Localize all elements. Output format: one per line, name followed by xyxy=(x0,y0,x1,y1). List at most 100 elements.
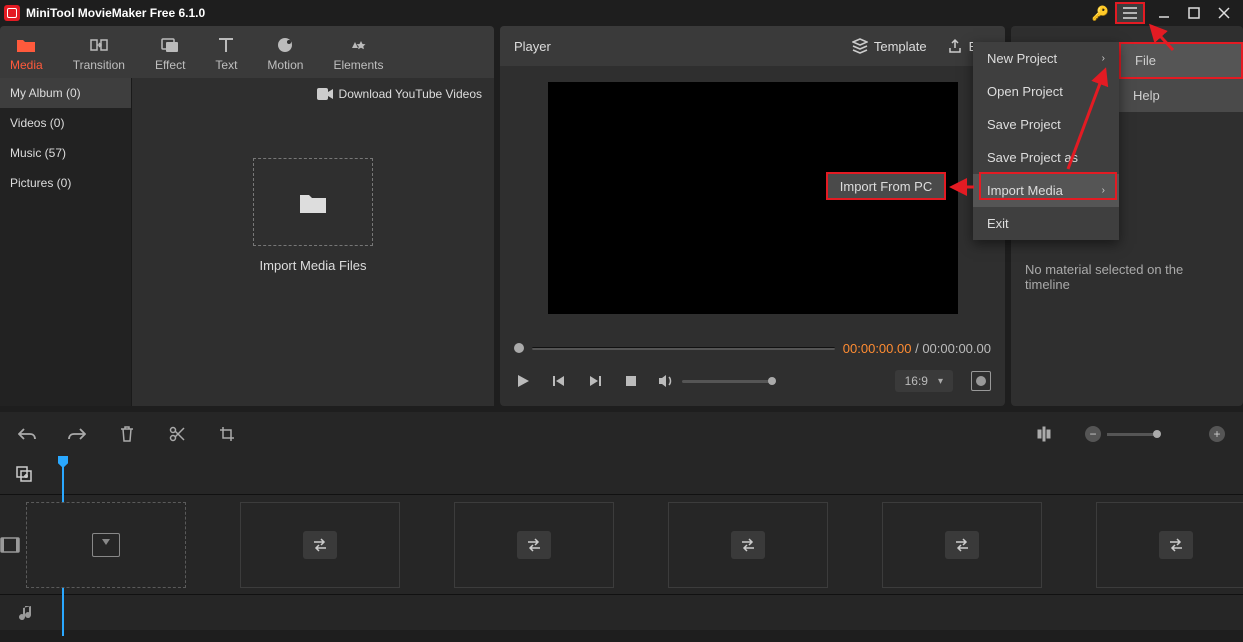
time-separator: / xyxy=(911,341,922,356)
menu-import-media[interactable]: Import Media› xyxy=(973,174,1119,207)
template-button[interactable]: Template xyxy=(852,38,927,54)
clip-slot[interactable] xyxy=(454,502,614,588)
album-item-myalbum[interactable]: My Album (0) xyxy=(0,78,131,108)
clip-slot[interactable] xyxy=(668,502,828,588)
clip-slot[interactable] xyxy=(882,502,1042,588)
tab-effect[interactable]: Effect xyxy=(155,34,185,72)
redo-button[interactable] xyxy=(68,425,86,443)
elements-icon xyxy=(347,34,369,56)
zoom-in-button[interactable]: + xyxy=(1209,426,1225,442)
fullscreen-button[interactable] xyxy=(971,371,991,391)
scrub-track[interactable] xyxy=(532,347,835,350)
scrub-bar[interactable]: 00:00:00.00 / 00:00:00.00 xyxy=(514,336,991,360)
minimize-button[interactable] xyxy=(1149,2,1179,24)
delete-button[interactable] xyxy=(118,425,136,443)
total-time: 00:00:00.00 xyxy=(922,341,991,356)
menu-label: Exit xyxy=(987,216,1009,231)
main-menu-button[interactable] xyxy=(1115,2,1145,24)
scrub-handle-icon[interactable] xyxy=(514,343,524,353)
audio-track[interactable] xyxy=(0,594,1243,630)
main-menu: New Project › Open Project Save Project S… xyxy=(973,42,1119,240)
video-track-icon xyxy=(0,537,20,553)
transition-placeholder-icon xyxy=(303,531,337,559)
crop-button[interactable] xyxy=(218,425,236,443)
aspect-ratio-label: 16:9 xyxy=(905,374,928,388)
zoom-out-button[interactable]: − xyxy=(1085,426,1101,442)
menu-label: Save Project as xyxy=(987,150,1078,165)
album-item-pictures[interactable]: Pictures (0) xyxy=(0,168,131,198)
media-area: Download YouTube Videos Import Media Fil… xyxy=(132,78,494,406)
timeline-toolbar: − + xyxy=(0,412,1243,456)
timecode: 00:00:00.00 / 00:00:00.00 xyxy=(843,341,991,356)
tab-media[interactable]: Media xyxy=(10,34,43,72)
add-track-button[interactable] xyxy=(16,466,34,484)
submenu-help[interactable]: Help xyxy=(1119,79,1243,112)
play-button[interactable] xyxy=(514,372,532,390)
undo-button[interactable] xyxy=(18,425,36,443)
chevron-right-icon: › xyxy=(1102,53,1105,64)
prev-frame-button[interactable] xyxy=(550,372,568,390)
next-frame-button[interactable] xyxy=(586,372,604,390)
top-tabstrip: Media Transition Effect Text Motion Elem… xyxy=(0,26,494,78)
import-dropzone[interactable] xyxy=(253,158,373,246)
submenu-file[interactable]: File xyxy=(1119,42,1243,79)
timeline-ruler[interactable] xyxy=(0,456,1243,494)
tab-label: Elements xyxy=(333,58,383,72)
transition-icon xyxy=(88,34,110,56)
tab-label: Motion xyxy=(267,58,303,72)
tab-motion[interactable]: Motion xyxy=(267,34,303,72)
menu-label: New Project xyxy=(987,51,1057,66)
menu-open-project[interactable]: Open Project xyxy=(973,75,1119,108)
tab-elements[interactable]: Elements xyxy=(333,34,383,72)
download-youtube-link[interactable]: Download YouTube Videos xyxy=(132,78,494,110)
clip-slot[interactable] xyxy=(1096,502,1243,588)
album-item-videos[interactable]: Videos (0) xyxy=(0,108,131,138)
album-item-music[interactable]: Music (57) xyxy=(0,138,131,168)
zoom-slider[interactable] xyxy=(1107,433,1157,436)
maximize-button[interactable] xyxy=(1179,2,1209,24)
player-panel: Player Template Exp 00:00:00.00 / 00:00:… xyxy=(500,26,1005,406)
album-list: My Album (0) Videos (0) Music (57) Pictu… xyxy=(0,78,132,406)
stop-button[interactable] xyxy=(622,372,640,390)
close-button[interactable] xyxy=(1209,2,1239,24)
split-button[interactable] xyxy=(168,425,186,443)
playhead[interactable] xyxy=(58,456,68,494)
media-panel: Media Transition Effect Text Motion Elem… xyxy=(0,26,494,406)
aspect-ratio-select[interactable]: 16:9 ▾ xyxy=(895,370,953,392)
submenu-file-label: File xyxy=(1135,53,1156,68)
transition-placeholder-icon xyxy=(1159,531,1193,559)
menu-import-from-pc[interactable]: Import From PC xyxy=(826,172,946,200)
menu-save-project[interactable]: Save Project xyxy=(973,108,1119,141)
clip-slot[interactable] xyxy=(26,502,186,588)
tab-transition[interactable]: Transition xyxy=(73,34,125,72)
motion-icon xyxy=(274,34,296,56)
app-logo-icon xyxy=(4,5,20,21)
menu-label: Open Project xyxy=(987,84,1063,99)
activate-key-icon[interactable]: 🔑 xyxy=(1092,5,1109,22)
template-label: Template xyxy=(874,39,927,54)
fit-button[interactable] xyxy=(1035,425,1053,443)
menu-exit[interactable]: Exit xyxy=(973,207,1119,240)
video-track[interactable] xyxy=(0,494,1243,594)
chevron-down-icon: ▾ xyxy=(938,376,943,387)
text-icon xyxy=(215,34,237,56)
menu-save-project-as[interactable]: Save Project as xyxy=(973,141,1119,174)
clip-slot[interactable] xyxy=(240,502,400,588)
volume-slider[interactable] xyxy=(682,380,772,383)
tab-label: Effect xyxy=(155,58,185,72)
menu-label: Import From PC xyxy=(840,179,932,194)
tab-text[interactable]: Text xyxy=(215,34,237,72)
current-time: 00:00:00.00 xyxy=(843,341,912,356)
menu-new-project[interactable]: New Project › xyxy=(973,42,1119,75)
download-icon xyxy=(92,533,120,557)
menu-label: Save Project xyxy=(987,117,1061,132)
tab-label: Media xyxy=(10,58,43,72)
tab-label: Text xyxy=(215,58,237,72)
folder-icon xyxy=(298,189,328,215)
effect-icon xyxy=(159,34,181,56)
player-header: Player Template Exp xyxy=(500,26,1005,66)
app-title: MiniTool MovieMaker Free 6.1.0 xyxy=(26,6,205,20)
submenu-help-label: Help xyxy=(1133,88,1160,103)
volume-control[interactable] xyxy=(658,374,772,388)
export-icon xyxy=(947,38,963,54)
